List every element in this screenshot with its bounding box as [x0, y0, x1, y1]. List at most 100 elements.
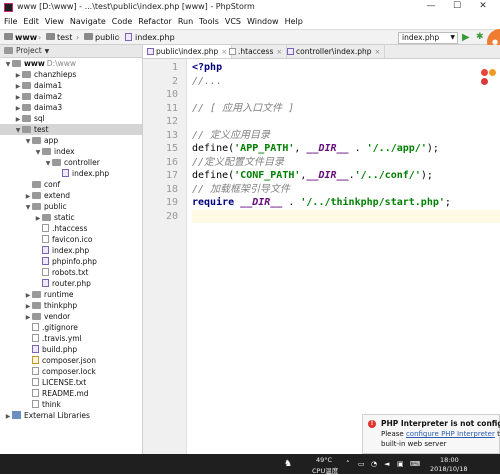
opera-icon[interactable] — [481, 78, 488, 85]
tree-item[interactable]: ▶ daima1 — [0, 80, 142, 91]
tree-item[interactable]: .htaccess — [0, 223, 142, 234]
menu-view[interactable]: View — [42, 15, 67, 29]
tab-htaccess[interactable]: .htaccess × — [225, 45, 288, 58]
tree-item[interactable]: ▶ sql — [0, 113, 142, 124]
tree-item[interactable]: ▶ thinkphp — [0, 300, 142, 311]
code-token: __DIR__ — [306, 170, 349, 181]
tree-item[interactable]: LICENSE.txt — [0, 377, 142, 388]
volume-icon[interactable]: ◄ — [384, 454, 389, 474]
tree-item[interactable]: conf — [0, 179, 142, 190]
tree-item[interactable]: composer.json — [0, 355, 142, 366]
breadcrumb-test[interactable]: test — [46, 32, 72, 43]
tree-item[interactable]: think — [0, 399, 142, 410]
code-line[interactable]: // [ 应用入口文件 ] — [192, 102, 294, 116]
keyboard-icon[interactable]: ⌨ — [410, 454, 420, 474]
menu-run[interactable]: Run — [175, 15, 196, 29]
project-panel-header[interactable]: Project ▼ — [0, 45, 142, 58]
file-icon — [32, 323, 39, 331]
menu-refactor[interactable]: Refactor — [135, 15, 175, 29]
firefox-icon[interactable] — [489, 69, 496, 76]
tree-item[interactable]: .travis.yml — [0, 333, 142, 344]
breadcrumb-www[interactable]: www — [4, 32, 37, 43]
minimize-button[interactable]: — — [418, 1, 444, 11]
code-token: . — [348, 143, 367, 154]
taskbar-tray-icon[interactable]: ♞ — [284, 454, 292, 474]
tree-item[interactable]: ▶ daima3 — [0, 102, 142, 113]
tree-item[interactable]: ▼ www D:\www — [0, 58, 142, 69]
tree-item[interactable]: ▶ chanzhieps — [0, 69, 142, 80]
tree-item[interactable]: ▼ test — [0, 124, 142, 135]
tree-item[interactable]: ▼ index — [0, 146, 142, 157]
php-file-icon — [147, 47, 154, 55]
tree-item[interactable]: phpinfo.php — [0, 256, 142, 267]
tree-item[interactable]: index.php — [0, 168, 142, 179]
file-icon — [42, 235, 49, 243]
chevron-up-icon[interactable]: ˄ — [346, 454, 350, 474]
tree-item-label: thinkphp — [44, 301, 78, 310]
tray-app-icon[interactable]: ▣ — [397, 454, 404, 474]
code-line[interactable]: //定义配置文件目录 — [192, 156, 284, 170]
chevron-down-icon: ▼ — [44, 48, 50, 55]
code-line[interactable]: require __DIR__ . '/../thinkphp/start.ph… — [192, 196, 451, 210]
chevron-right-icon[interactable]: ▶ — [4, 411, 12, 422]
close-button[interactable]: ✕ — [470, 1, 496, 11]
breadcrumb-index-php[interactable]: index.php — [125, 32, 175, 43]
tree-item[interactable]: build.php — [0, 344, 142, 355]
run-configuration-select[interactable]: index.php ▼ — [398, 32, 458, 44]
tree-item[interactable]: ▶ extend — [0, 190, 142, 201]
code-line[interactable]: // 加载框架引导文件 — [192, 183, 290, 197]
code-line[interactable]: <?php — [192, 61, 222, 75]
code-editor[interactable]: 1 2 10 11 12 13 15 16 17 18 19 20 <?php//...// [ 应用… — [143, 59, 500, 454]
tab-public-index-php[interactable]: public\index.php × — [143, 45, 233, 58]
menu-file[interactable]: File — [0, 15, 20, 29]
chrome-icon[interactable] — [481, 69, 488, 76]
code-line[interactable]: // 定义应用目录 — [192, 129, 270, 143]
tree-item[interactable]: ▼ public — [0, 201, 142, 212]
tree-item[interactable]: ▼ controller — [0, 157, 142, 168]
menu-help[interactable]: Help — [282, 15, 306, 29]
code-line[interactable]: define('APP_PATH', __DIR__ . '/../app/')… — [192, 142, 439, 156]
breadcrumb-public[interactable]: public — [84, 32, 119, 43]
code-area[interactable]: <?php//...// [ 应用入口文件 ]// 定义应用目录 define('… — [192, 59, 500, 454]
menu-navigate[interactable]: Navigate — [67, 15, 109, 29]
debug-icon[interactable]: ✱ — [476, 32, 484, 43]
configure-interpreter-link[interactable]: configure PHP Interpreter — [406, 430, 495, 438]
tree-item[interactable]: ▶ static — [0, 212, 142, 223]
tree-item[interactable]: .gitignore — [0, 322, 142, 333]
maximize-button[interactable]: ☐ — [444, 1, 470, 11]
tree-item-label: chanzhieps — [34, 70, 77, 79]
tree-item[interactable]: README.md — [0, 388, 142, 399]
menu-tools[interactable]: Tools — [196, 15, 222, 29]
menu-vcs[interactable]: VCS — [222, 15, 244, 29]
tree-item[interactable]: ▼ app — [0, 135, 142, 146]
tab-controller-index-php[interactable]: controller\index.php × — [283, 45, 386, 58]
tree-item[interactable]: index.php — [0, 245, 142, 256]
tree-item[interactable]: ▶ vendor — [0, 311, 142, 322]
code-token: // 定义应用目录 — [192, 129, 271, 141]
code-line[interactable]: //... — [192, 75, 222, 89]
menu-window[interactable]: Window — [244, 15, 282, 29]
menu-code[interactable]: Code — [109, 15, 135, 29]
tree-item[interactable]: composer.lock — [0, 366, 142, 377]
code-token: require — [192, 197, 241, 208]
clock-time[interactable]: 18:00 — [440, 456, 459, 464]
clock-date[interactable]: 2018/10/18 — [430, 465, 467, 473]
run-icon[interactable]: ▶ — [462, 32, 470, 43]
close-tab-icon[interactable]: × — [374, 48, 380, 56]
folder-icon — [12, 59, 21, 67]
tree-item[interactable]: ▶ runtime — [0, 289, 142, 300]
breadcrumb-separator: › — [76, 33, 80, 42]
notification-balloon: ! PHP Interpreter is not configured Plea… — [362, 414, 500, 454]
menu-edit[interactable]: Edit — [20, 15, 42, 29]
code-line[interactable]: define('CONF_PATH',__DIR__.'/../conf/'); — [192, 169, 433, 183]
network-icon[interactable]: ◔ — [371, 454, 377, 474]
close-tab-icon[interactable]: × — [276, 48, 282, 56]
tree-item[interactable]: robots.txt — [0, 267, 142, 278]
battery-icon[interactable]: ▭ — [358, 454, 365, 474]
tree-item[interactable]: ▶ External Libraries — [0, 410, 142, 421]
tree-item[interactable]: ▶ daima2 — [0, 91, 142, 102]
navigation-bar: www › test › public › index.php index.ph… — [0, 29, 500, 45]
tree-item[interactable]: router.php — [0, 278, 142, 289]
tree-item[interactable]: favicon.ico — [0, 234, 142, 245]
code-token: define( — [192, 143, 235, 154]
